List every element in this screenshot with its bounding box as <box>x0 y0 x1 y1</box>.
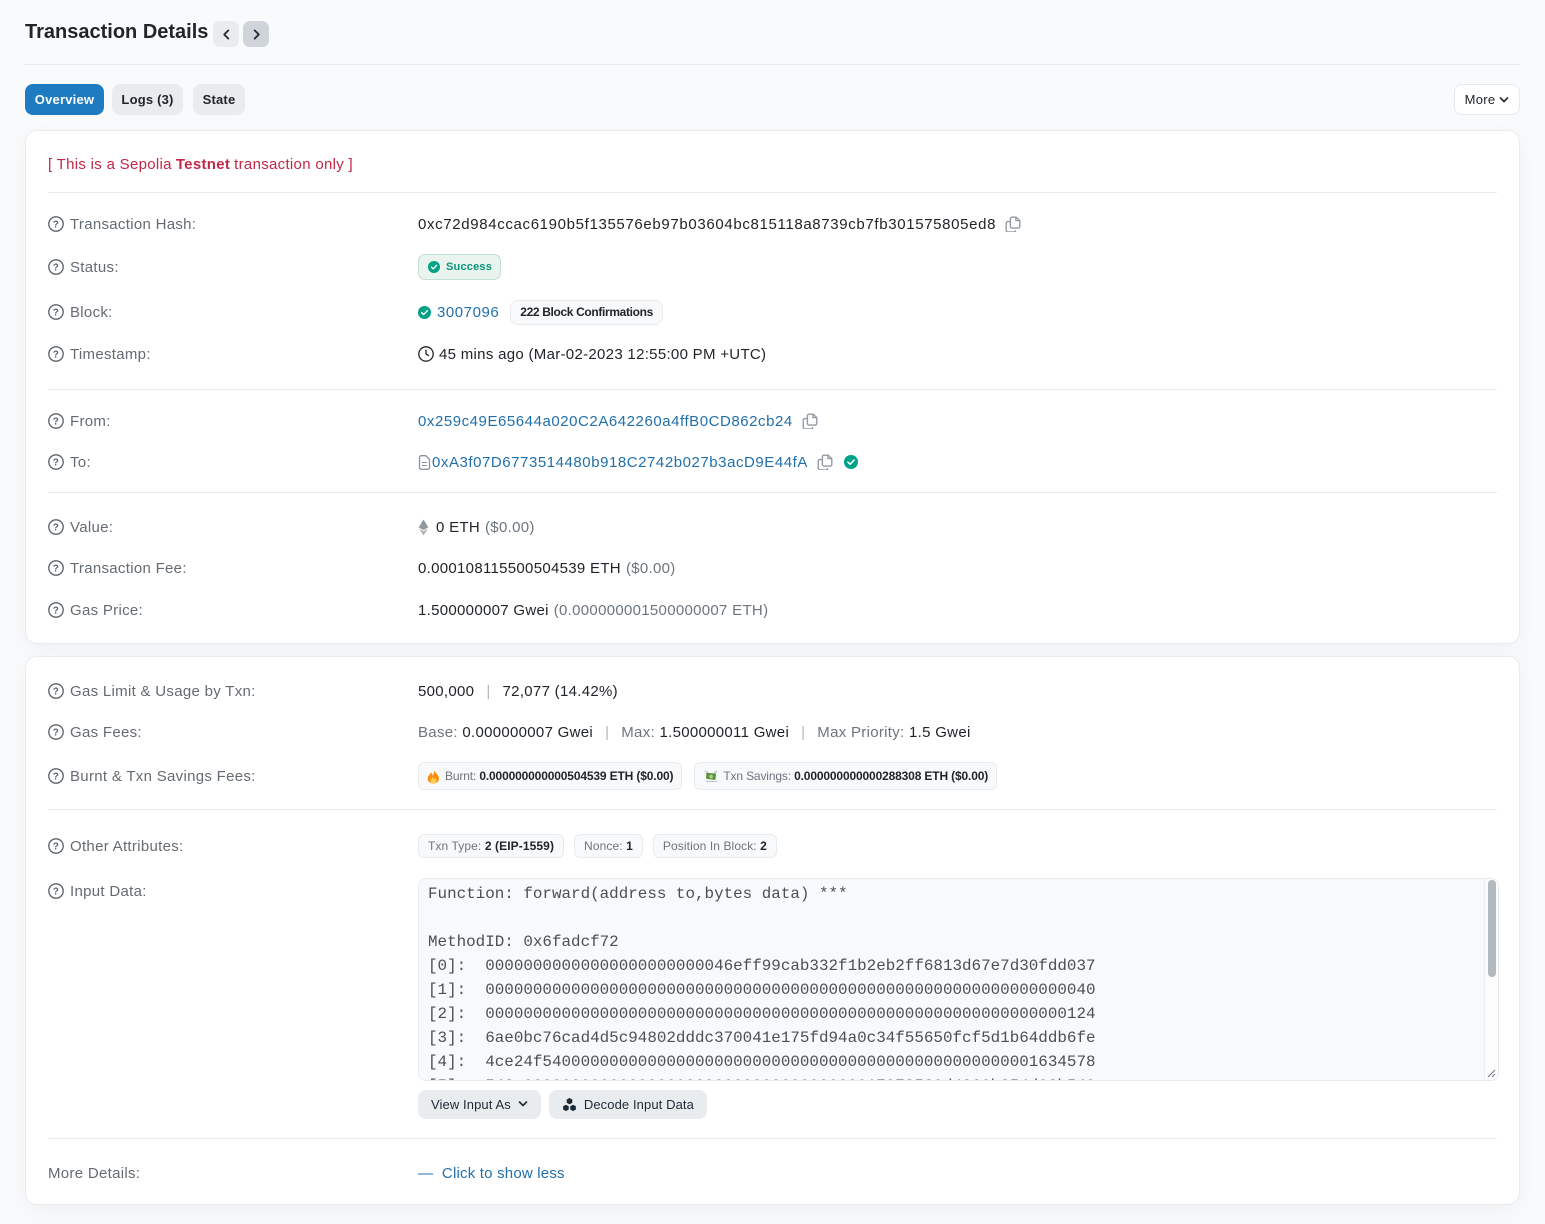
svg-text:?: ? <box>53 219 59 230</box>
svg-text:?: ? <box>53 841 59 852</box>
svg-text:?: ? <box>53 416 59 427</box>
svg-text:?: ? <box>53 886 59 897</box>
svg-text:?: ? <box>53 349 59 360</box>
svg-text:?: ? <box>53 771 59 782</box>
svg-text:?: ? <box>53 563 59 574</box>
svg-text:?: ? <box>53 522 59 533</box>
svg-text:?: ? <box>53 605 59 616</box>
svg-text:?: ? <box>53 262 59 273</box>
svg-text:?: ? <box>53 307 59 318</box>
svg-text:?: ? <box>53 457 59 468</box>
svg-text:?: ? <box>53 727 59 738</box>
svg-text:?: ? <box>53 686 59 697</box>
